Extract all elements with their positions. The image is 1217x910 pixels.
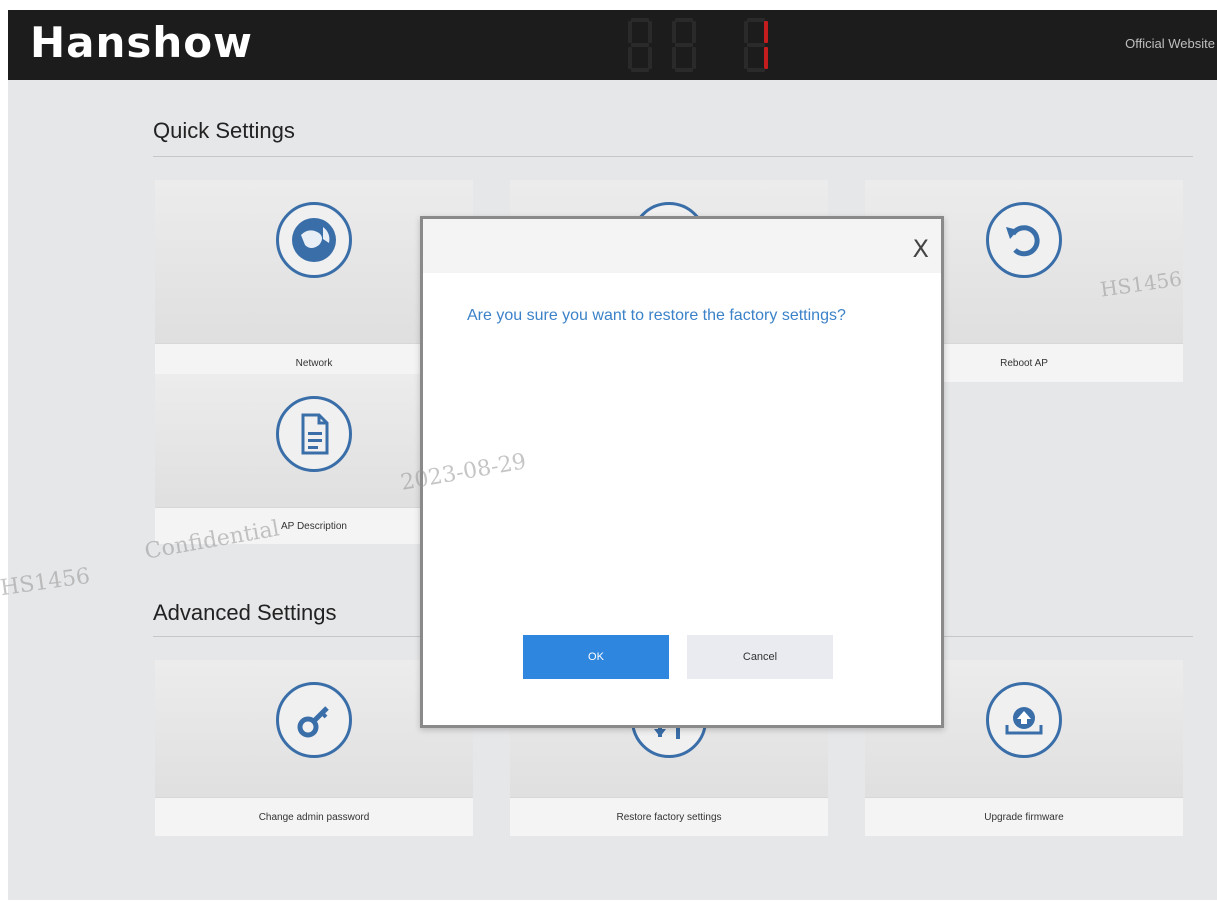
cancel-button[interactable]: Cancel [687, 635, 833, 679]
brand-logo: Hanshow [30, 18, 253, 67]
upload-icon [986, 682, 1062, 758]
ok-button[interactable]: OK [523, 635, 669, 679]
card-label: Upgrade firmware [865, 797, 1183, 836]
app-screen: Hanshow Official Website Quick Settings … [8, 10, 1217, 900]
section-divider [153, 156, 1193, 157]
card-label: Change admin password [155, 797, 473, 836]
segment-digit [672, 18, 696, 72]
card-label: Restore factory settings [510, 797, 828, 836]
segment-digit [628, 18, 652, 72]
close-icon[interactable]: X [913, 235, 929, 263]
dialog-header: X [423, 219, 941, 273]
globe-icon [276, 202, 352, 278]
key-icon [276, 682, 352, 758]
document-icon [276, 396, 352, 472]
quick-settings-title: Quick Settings [153, 118, 295, 143]
dialog-message: Are you sure you want to restore the fac… [467, 307, 846, 324]
reboot-icon [986, 202, 1062, 278]
segment-digit-lit [744, 18, 768, 72]
advanced-settings-title: Advanced Settings [153, 600, 337, 625]
header-bar: Hanshow Official Website [8, 10, 1217, 80]
official-website-link[interactable]: Official Website [1125, 36, 1215, 51]
